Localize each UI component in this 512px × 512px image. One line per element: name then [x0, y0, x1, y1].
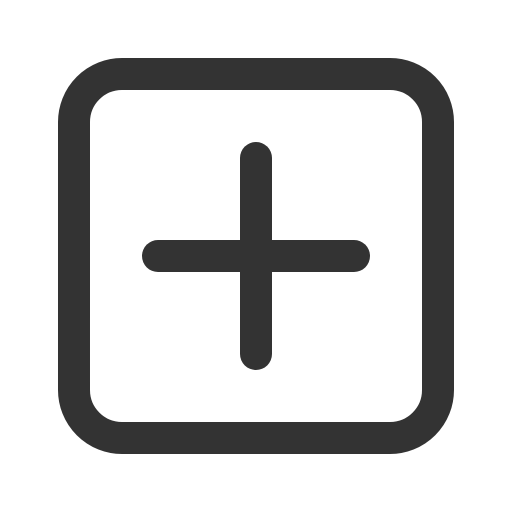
plus-square-icon	[58, 58, 454, 454]
add-button[interactable]	[0, 0, 512, 512]
icon-canvas	[0, 0, 512, 512]
